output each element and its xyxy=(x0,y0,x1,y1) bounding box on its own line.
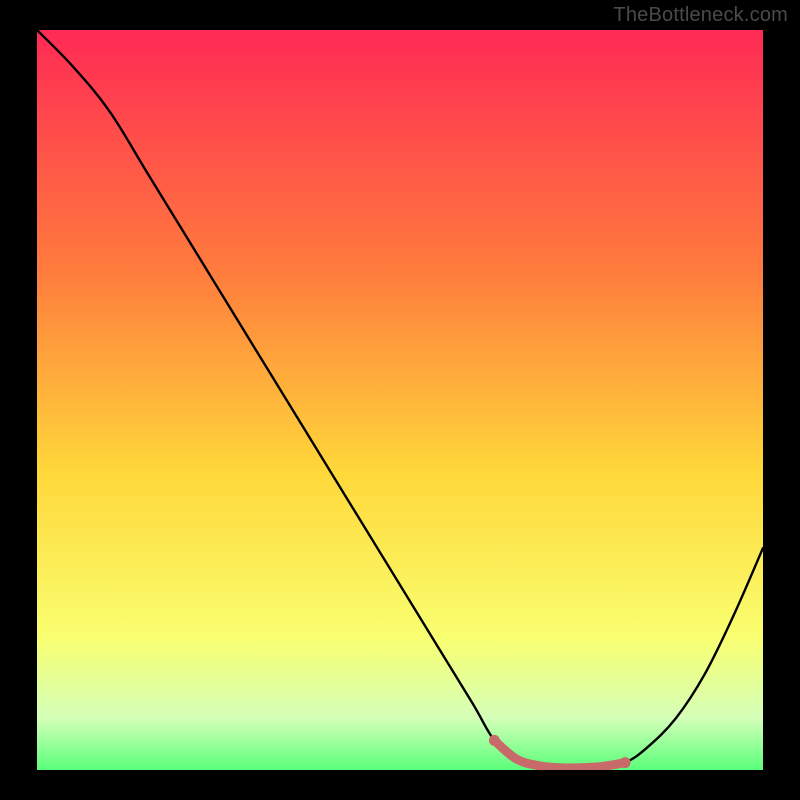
watermark-text: TheBottleneck.com xyxy=(613,4,788,27)
chart-frame: TheBottleneck.com xyxy=(0,0,800,800)
highlight-end-dot xyxy=(620,757,631,768)
gradient-background xyxy=(37,30,763,770)
plot-area xyxy=(37,30,763,770)
chart-svg xyxy=(37,30,763,770)
highlight-start-dot xyxy=(489,735,500,746)
